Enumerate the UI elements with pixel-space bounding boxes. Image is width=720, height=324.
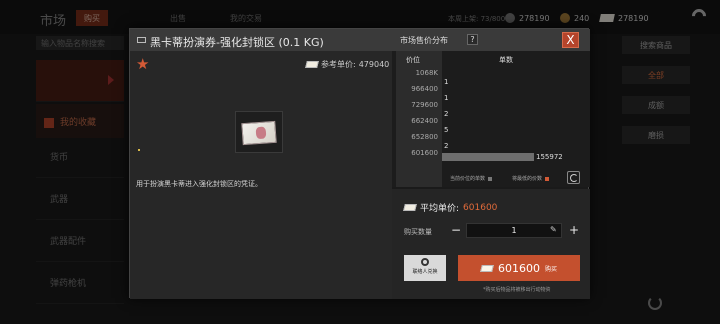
ticket-icon (241, 120, 277, 146)
qty-bar (442, 153, 534, 161)
price-cell: 601600 (411, 149, 438, 157)
purchase-note: *购买后物品将被移出行动物资 (483, 287, 551, 293)
search-icon (421, 258, 429, 266)
qty-cell: 2 (444, 110, 449, 118)
legend-swatch (488, 176, 493, 181)
contact-exchange-button[interactable]: 联络人兑换 (404, 255, 446, 281)
price-cell: 652800 (411, 133, 438, 141)
pencil-icon[interactable]: ✎ (550, 225, 557, 234)
card-icon (137, 37, 146, 43)
help-icon[interactable]: ? (467, 34, 478, 45)
buy-button[interactable]: 601600 购买 (458, 255, 580, 281)
price-header: 价位 (406, 56, 420, 64)
purchase-modal: 黑卡蒂扮演券-强化封锁区 (0.1 KG) 市场售价分布 ? X ★ 参考单价:… (129, 28, 590, 299)
bill-icon (403, 204, 417, 211)
decrease-button[interactable]: − (450, 224, 462, 237)
modal-header: 黑卡蒂扮演券-强化封锁区 (0.1 KG) 市场售价分布 ? X (130, 29, 590, 51)
item-description: 用于扮演黑卡蒂进入强化封锁区的凭证。 (136, 180, 262, 188)
legend-lowest: 将最低的价数 (512, 175, 550, 182)
refresh-button[interactable] (567, 171, 580, 184)
item-image (235, 111, 283, 153)
qty-cell: 1 (444, 78, 449, 86)
favorite-star-icon[interactable]: ★ (136, 57, 149, 72)
bill-icon (480, 264, 494, 272)
qty-header: 单数 (499, 56, 513, 64)
market-distribution-title: 市场售价分布 (400, 36, 448, 45)
qty-cell: 2 (444, 142, 449, 150)
price-cell: 729600 (411, 101, 438, 109)
price-cell: 662400 (411, 117, 438, 125)
legend-swatch (545, 176, 550, 181)
item-title: 黑卡蒂扮演券-强化封锁区 (0.1 KG) (150, 36, 324, 49)
quantity-input[interactable]: 1 (466, 223, 562, 238)
reference-price: 参考单价: 479040 (305, 59, 389, 70)
rarity-dot (138, 149, 140, 151)
increase-button[interactable]: + (568, 224, 580, 237)
item-panel: ★ 参考单价: 479040 用于扮演黑卡蒂进入强化封锁区的凭证。 (130, 51, 392, 299)
close-button[interactable]: X (562, 32, 579, 48)
average-price: 平均单价: 601600 (403, 201, 497, 214)
legend-current: 当前价位的单数 (450, 175, 493, 182)
qty-cell: 155972 (536, 153, 563, 161)
price-cell: 1068K (415, 69, 438, 77)
purchase-panel: 平均单价: 601600 购买数量 − 1 ✎ + 联络人兑换 601600 购… (392, 189, 590, 299)
quantity-label: 购买数量 (404, 228, 432, 236)
bill-icon (305, 61, 319, 68)
qty-cell: 1 (444, 94, 449, 102)
qty-cell: 5 (444, 126, 449, 134)
price-cell: 966400 (411, 85, 438, 93)
price-distribution: 价位 单数 1068K 966400 1 729600 1 662400 2 6… (392, 51, 590, 187)
